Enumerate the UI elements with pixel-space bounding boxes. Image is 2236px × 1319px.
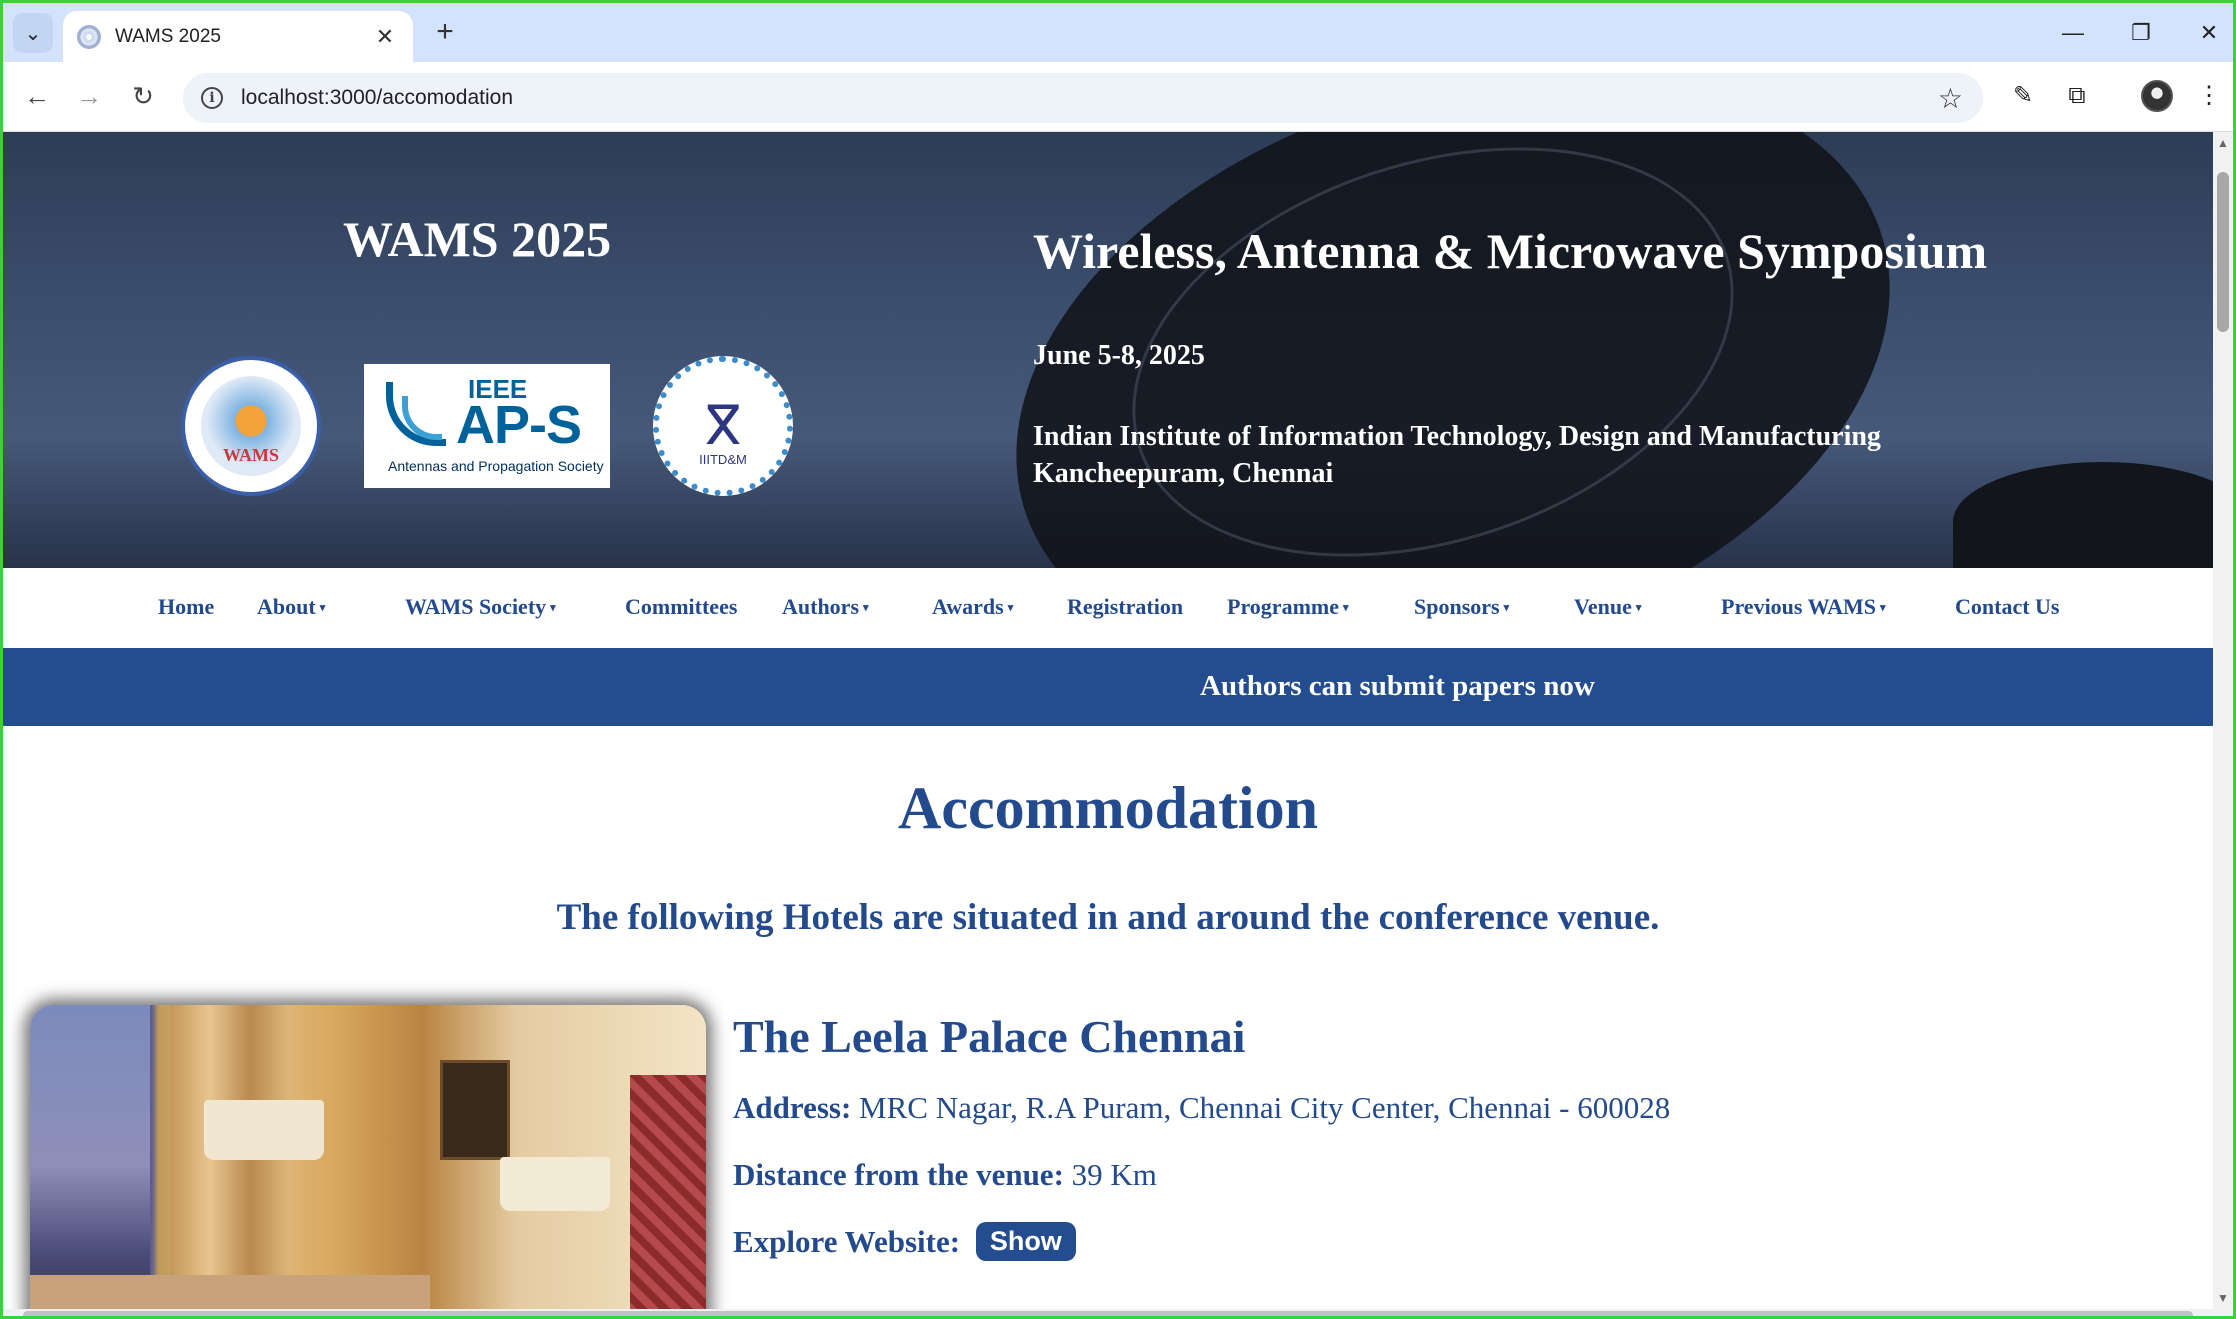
vertical-scroll-thumb[interactable] xyxy=(2217,172,2229,332)
new-tab-icon[interactable]: + xyxy=(427,15,463,51)
browser-window: ⌄ WAMS 2025 ✕ + — ❐ ✕ ← → ↻ i localhost:… xyxy=(0,0,2236,1319)
nav-registration[interactable]: Registration xyxy=(1067,594,1183,620)
hotel-website: Explore Website: Show xyxy=(733,1222,1076,1261)
reload-icon[interactable]: ↻ xyxy=(123,76,163,116)
iiitdm-emblem-icon: ⴳ xyxy=(704,396,742,456)
url-text[interactable]: localhost:3000/accomodation xyxy=(241,86,1938,110)
announcement-text: Authors can submit papers now xyxy=(1200,670,1595,702)
announcement-bar: Authors can submit papers now xyxy=(3,648,2213,726)
nav-wams-society[interactable]: WAMS Society ▾ xyxy=(405,594,556,620)
extensions-puzzle-icon[interactable]: ⧉ xyxy=(2057,76,2097,116)
page-viewport: WAMS 2025 WAMS IEEE AP-S Antennas and Pr… xyxy=(3,132,2213,1309)
aps-text: AP-S xyxy=(456,395,582,455)
nav-awards-label: Awards xyxy=(932,594,1004,619)
nav-committees[interactable]: Committees xyxy=(625,594,737,620)
nav-sponsors[interactable]: Sponsors ▾ xyxy=(1414,594,1509,620)
eyedropper-icon[interactable]: ✎ xyxy=(2003,76,2043,116)
caret-down-icon: ▾ xyxy=(1343,602,1349,614)
caret-down-icon: ▾ xyxy=(1503,602,1510,614)
horizontal-scrollbar[interactable] xyxy=(3,1309,2233,1316)
nav-home-label: Home xyxy=(158,594,215,619)
caret-down-icon: ▾ xyxy=(863,602,869,614)
nav-venue-label: Venue xyxy=(1574,594,1632,619)
ieee-aps-logo[interactable]: IEEE AP-S Antennas and Propagation Socie… xyxy=(364,364,610,488)
nav-wams-society-label: WAMS Society xyxy=(405,594,547,619)
menu-kebab-icon[interactable]: ⋮ xyxy=(2189,76,2229,116)
wams-logo-mark: WAMS xyxy=(201,376,301,476)
hotel-website-label: Explore Website: xyxy=(733,1224,961,1259)
scroll-down-icon[interactable]: ▼ xyxy=(2217,1291,2229,1305)
hero-banner: WAMS 2025 WAMS IEEE AP-S Antennas and Pr… xyxy=(3,132,2213,568)
symposium-title: Wireless, Antenna & Microwave Symposium xyxy=(1033,223,1988,279)
hotel-photo-window xyxy=(30,1005,150,1309)
nav-venue[interactable]: Venue ▾ xyxy=(1574,594,1641,620)
caret-down-icon: ▾ xyxy=(1880,602,1886,614)
site-title: WAMS 2025 xyxy=(343,211,612,267)
hotel-address: Address: MRC Nagar, R.A Puram, Chennai C… xyxy=(733,1090,1670,1126)
hotel-distance-label: Distance from the venue: xyxy=(733,1157,1064,1192)
scroll-up-icon[interactable]: ▲ xyxy=(2217,136,2229,150)
hotel-photo-panel xyxy=(630,1075,706,1309)
hotel-photo-lamp xyxy=(204,1100,324,1160)
nav-sponsors-label: Sponsors xyxy=(1414,594,1500,619)
main-nav: Home About ▾ WAMS Society ▾ Committees Aut… xyxy=(3,568,2213,648)
nav-committees-label: Committees xyxy=(625,594,738,619)
back-arrow-icon[interactable]: ← xyxy=(17,76,57,116)
minimize-icon[interactable]: — xyxy=(2043,13,2103,53)
page-intro: The following Hotels are situated in and… xyxy=(556,897,1660,938)
nav-contact-us-label: Contact Us xyxy=(1955,594,2060,619)
iiitdm-text: IIITD&M xyxy=(699,452,747,467)
nav-programme[interactable]: Programme ▾ xyxy=(1227,594,1349,620)
browser-tab[interactable]: WAMS 2025 ✕ xyxy=(63,11,413,62)
nav-authors-label: Authors xyxy=(782,594,860,619)
hotel-address-label: Address: xyxy=(733,1090,852,1125)
tab-search-chevron-icon[interactable]: ⌄ xyxy=(13,13,53,53)
event-dates: June 5-8, 2025 xyxy=(1033,340,1205,371)
iiitdm-logo[interactable]: ⴳ IIITD&M xyxy=(653,356,793,496)
favicon-icon xyxy=(77,24,101,49)
nav-home[interactable]: Home xyxy=(158,594,214,620)
hotel-distance-value: 39 Km xyxy=(1071,1157,1157,1192)
site-info-icon[interactable]: i xyxy=(201,87,223,109)
caret-down-icon: ▾ xyxy=(319,602,326,614)
nav-programme-label: Programme xyxy=(1227,594,1339,619)
close-tab-icon[interactable]: ✕ xyxy=(371,24,399,50)
profile-avatar[interactable] xyxy=(2141,80,2173,112)
institute-line-2: Kancheepuram, Chennai xyxy=(1033,458,1334,489)
hotel-address-value: MRC Nagar, R.A Puram, Chennai City Cente… xyxy=(859,1090,1671,1125)
nav-registration-label: Registration xyxy=(1067,594,1184,619)
forward-arrow-icon[interactable]: → xyxy=(69,76,109,116)
close-window-icon[interactable]: ✕ xyxy=(2179,13,2233,53)
nav-about[interactable]: About ▾ xyxy=(257,594,325,620)
hotel-photo-lamp xyxy=(500,1157,610,1211)
tab-strip: ⌄ WAMS 2025 ✕ + — ❐ ✕ xyxy=(3,3,2233,62)
hotel-photo-frame xyxy=(440,1060,510,1160)
nav-authors[interactable]: Authors ▾ xyxy=(782,594,869,620)
venue-institute: Indian Institute of Information Technolo… xyxy=(1033,418,2033,492)
tab-title: WAMS 2025 xyxy=(115,25,221,47)
caret-down-icon: ▾ xyxy=(1007,602,1014,614)
nav-previous-wams-label: Previous WAMS xyxy=(1721,594,1877,619)
nav-previous-wams[interactable]: Previous WAMS ▾ xyxy=(1721,594,1886,620)
caret-down-icon: ▾ xyxy=(1635,602,1642,614)
hotel-photo xyxy=(30,1005,706,1309)
bookmark-star-icon[interactable]: ☆ xyxy=(1938,82,1963,115)
wams-logo[interactable]: WAMS xyxy=(181,356,321,496)
browser-toolbar: ← → ↻ i localhost:3000/accomodation ☆ ✎ … xyxy=(3,62,2233,132)
horizontal-scroll-thumb[interactable] xyxy=(23,1311,2193,1316)
restore-icon[interactable]: ❐ xyxy=(2111,13,2171,53)
caret-down-icon: ▾ xyxy=(550,602,556,614)
hotel-name: The Leela Palace Chennai xyxy=(733,1011,1246,1062)
nav-awards[interactable]: Awards ▾ xyxy=(932,594,1013,620)
nav-about-label: About xyxy=(257,594,316,619)
hotel-photo-sofa xyxy=(30,1275,430,1309)
page-title: Accommodation xyxy=(898,775,1318,841)
address-bar[interactable]: i localhost:3000/accomodation ☆ xyxy=(183,73,1983,123)
hotel-distance: Distance from the venue: 39 Km xyxy=(733,1157,1157,1193)
show-website-button[interactable]: Show xyxy=(975,1222,1076,1261)
nav-contact-us[interactable]: Contact Us xyxy=(1955,594,2060,620)
aps-subtitle: Antennas and Propagation Society xyxy=(388,458,604,474)
vertical-scrollbar[interactable]: ▲ ▼ xyxy=(2213,132,2233,1309)
institute-line-1: Indian Institute of Information Technolo… xyxy=(1033,421,1881,452)
